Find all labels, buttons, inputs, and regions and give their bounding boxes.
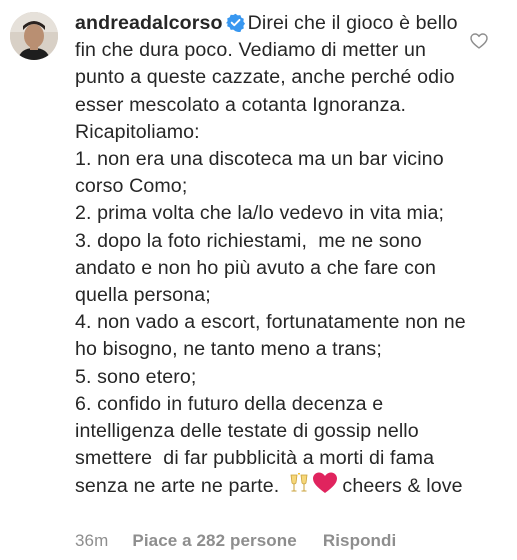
username-link[interactable]: andreadalcorso	[75, 12, 223, 34]
comment-text: Direi che il gioco è bello fin che dura …	[75, 12, 466, 498]
clinking-glasses-emoji	[288, 472, 310, 494]
comment-time[interactable]: 36m	[75, 530, 108, 552]
avatar-image	[10, 12, 58, 60]
red-heart-emoji	[312, 472, 337, 494]
avatar[interactable]	[10, 12, 58, 60]
verified-badge-icon	[225, 13, 245, 32]
comment-text-end: cheers & love	[336, 475, 463, 498]
comment-body: andreadalcorso Direi che il gioco è bello…	[75, 10, 475, 501]
reply-button[interactable]: Rispondi	[323, 530, 397, 552]
likes-count-link[interactable]: Piace a 282 persone	[132, 530, 296, 552]
comment-meta: 36m Piace a 282 persone Rispondi	[75, 530, 396, 552]
heart-outline-icon[interactable]	[470, 33, 488, 49]
